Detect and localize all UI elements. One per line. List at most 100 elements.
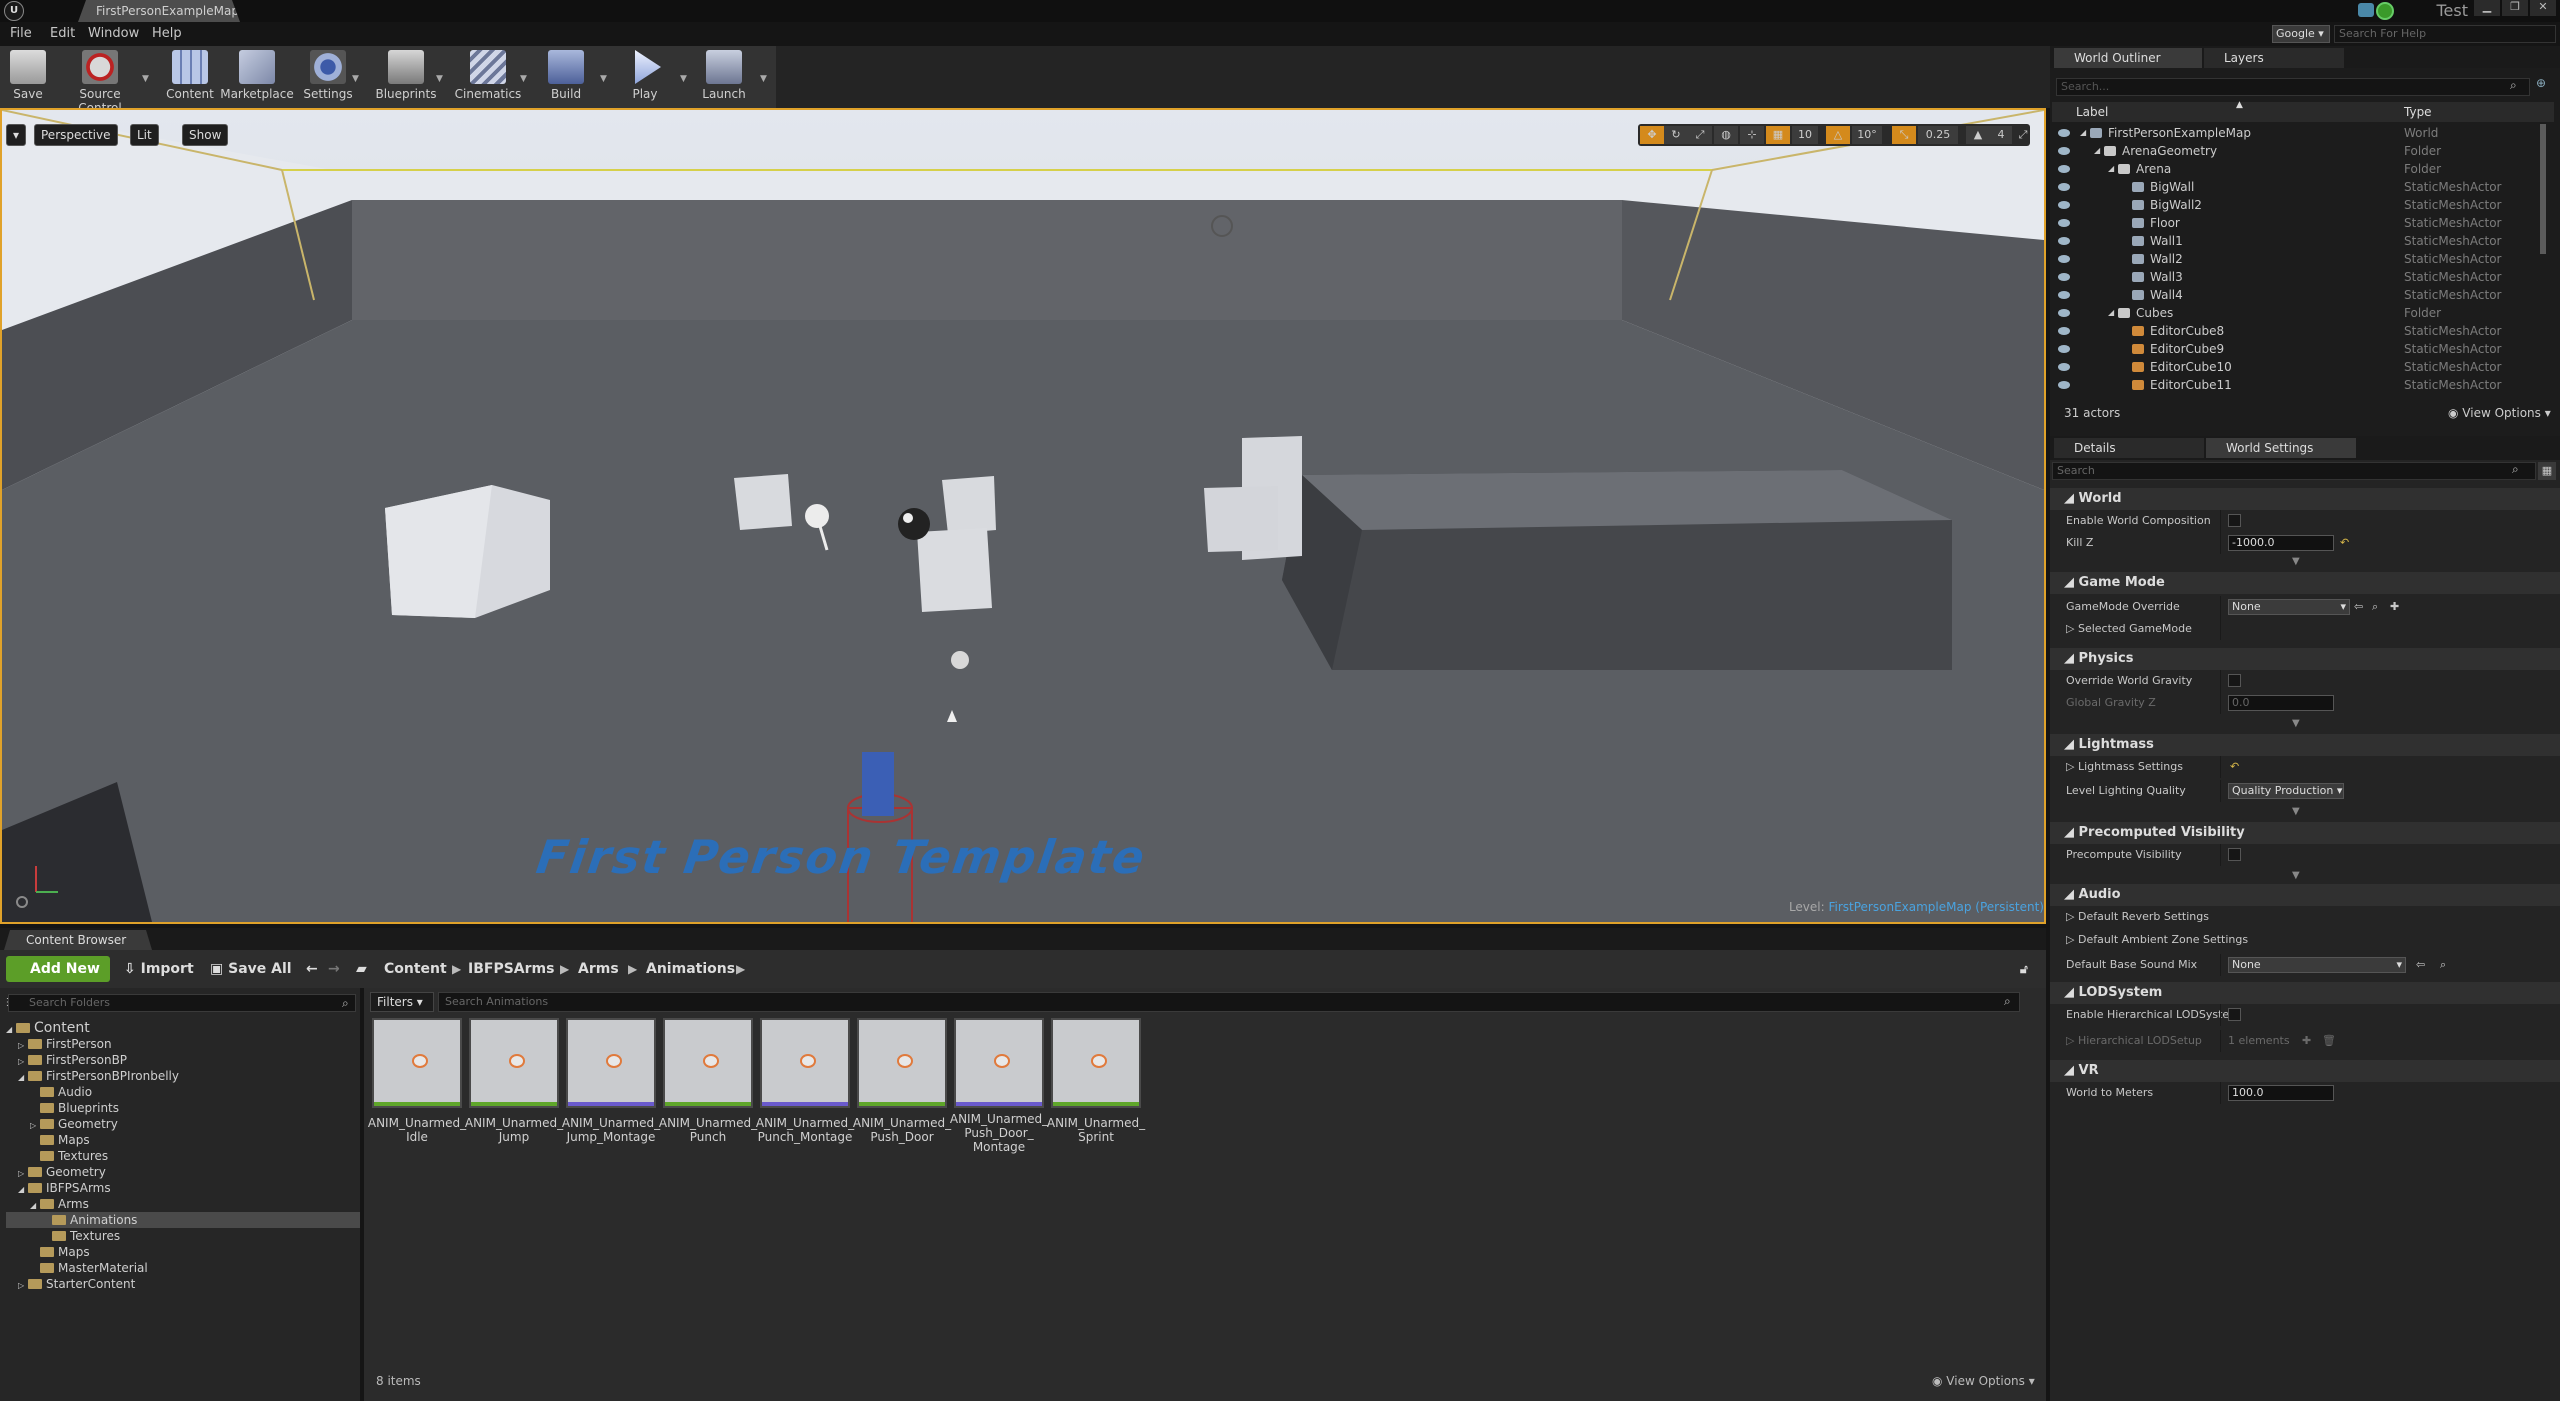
outliner-row[interactable]: EditorCube8 StaticMeshActor [2052, 322, 2546, 340]
asset-thumbnail[interactable] [1051, 1018, 1141, 1108]
folder-tree-item[interactable]: Maps [6, 1244, 360, 1260]
asset-thumbnail[interactable] [857, 1018, 947, 1108]
menu-edit[interactable]: Edit [50, 26, 75, 41]
outliner-row[interactable]: Wall2 StaticMeshActor [2052, 250, 2546, 268]
breadcrumb-animations[interactable]: Animations [646, 957, 735, 981]
outliner-row[interactable]: EditorCube10 StaticMeshActor [2052, 358, 2546, 376]
save-button[interactable]: Save [4, 48, 52, 106]
add-element-icon[interactable]: ✚ [2302, 1030, 2311, 1052]
cinematics-dropdown-icon[interactable]: ▼ [520, 74, 527, 84]
asset-thumbnail[interactable] [954, 1018, 1044, 1108]
grid-snap-icon[interactable]: ▦ [1766, 126, 1790, 144]
close-icon[interactable]: ✕ [2530, 0, 2556, 16]
surface-snap-icon[interactable]: ⊹ [1740, 126, 1764, 144]
asset-name[interactable]: ANIM_Unarmed_ Punch_Montage [755, 1116, 855, 1144]
folder-tree-item[interactable]: Textures [6, 1228, 360, 1244]
outliner-row[interactable]: Floor StaticMeshActor [2052, 214, 2546, 232]
folder-tree-item[interactable]: ◢ FirstPersonBPIronbelly [6, 1068, 360, 1084]
use-selected-arrow-icon[interactable]: ⇦ [2416, 954, 2425, 976]
tree-expander-icon[interactable]: ◢ [2080, 124, 2086, 142]
build-button[interactable]: Build [540, 48, 592, 106]
lightmass-advanced-expander-icon[interactable]: ▼ [2292, 806, 2300, 817]
reset-to-default-icon[interactable]: ↶ [2230, 756, 2239, 778]
gamemode-override-select[interactable]: None ▾ [2228, 599, 2350, 615]
outliner-row[interactable]: ◢ FirstPersonExampleMap World [2052, 124, 2546, 142]
row-hierarchical-lod-setup[interactable]: ▷ Hierarchical LODSetup 1 elements ✚ 🗑︎ [2050, 1030, 2560, 1052]
physics-advanced-expander-icon[interactable]: ▼ [2292, 718, 2300, 729]
import-button[interactable]: ⇩ Import [124, 956, 194, 982]
row-lightmass-settings[interactable]: ▷ Lightmass Settings ↶ [2050, 756, 2560, 778]
lighting-quality-select[interactable]: Quality Production ▾ [2228, 783, 2344, 799]
add-new-button[interactable]: Add New ▾ [6, 956, 110, 1003]
folder-tree-item[interactable]: ◢ Content [6, 1020, 360, 1036]
breadcrumb-arrow-icon[interactable]: ▶ [560, 957, 569, 981]
visibility-eye-icon[interactable] [2058, 345, 2070, 353]
camera-speed-value[interactable]: 4 [1990, 126, 2012, 144]
visibility-eye-icon[interactable] [2058, 309, 2070, 317]
layers-tab[interactable]: Layers [2204, 48, 2344, 68]
category-lightmass[interactable]: ◢ Lightmass [2050, 734, 2560, 756]
outliner-row[interactable]: BigWall StaticMeshActor [2052, 178, 2546, 196]
asset-name[interactable]: ANIM_Unarmed_ Punch [658, 1116, 758, 1144]
add-icon[interactable]: ✚ [2390, 596, 2399, 618]
launch-dropdown-icon[interactable]: ▼ [760, 74, 767, 84]
content-view-options-button[interactable]: ◉ View Options ▾ [1932, 1374, 2035, 1388]
category-game-mode[interactable]: ◢ Game Mode [2050, 572, 2560, 594]
folder-tree-item[interactable]: ▷ FirstPerson [6, 1036, 360, 1052]
maximize-icon[interactable]: ❐ [2502, 0, 2528, 16]
settings-button[interactable]: Settings [298, 48, 358, 106]
folder-tree-item[interactable]: ▷ Geometry [6, 1164, 360, 1180]
asset-search-input[interactable]: Search Animations [438, 992, 2020, 1012]
folder-tree-item[interactable]: Audio [6, 1084, 360, 1100]
rotation-snap-value[interactable]: 10° [1852, 126, 1882, 144]
level-tab[interactable]: FirstPersonExampleMap [78, 0, 240, 22]
asset-thumbnail[interactable] [760, 1018, 850, 1108]
visibility-eye-icon[interactable] [2058, 291, 2070, 299]
minimize-icon[interactable]: ▁ [2474, 0, 2500, 16]
breadcrumb-arrow-icon[interactable]: ▶ [736, 957, 745, 981]
tree-expander-icon[interactable]: ◢ [6, 1022, 16, 1038]
folder-tree-item[interactable]: ▷ StarterContent [6, 1276, 360, 1292]
override-gravity-checkbox[interactable] [2228, 674, 2241, 687]
trash-icon[interactable]: 🗑︎ [2322, 1030, 2336, 1052]
tree-expander-icon[interactable]: ◢ [2094, 142, 2100, 160]
perspective-button[interactable]: Perspective [34, 124, 118, 146]
tree-expander-icon[interactable]: ◢ [2108, 304, 2114, 322]
asset-name[interactable]: ANIM_Unarmed_ Sprint [1046, 1116, 1146, 1144]
visibility-eye-icon[interactable] [2058, 273, 2070, 281]
lock-icon[interactable]: 🔓︎ [2020, 956, 2028, 982]
outliner-view-options-button[interactable]: ◉ View Options ▾ [2448, 406, 2551, 420]
scale-snap-icon[interactable]: ⤡ [1892, 126, 1916, 144]
camera-speed-icon[interactable]: ▲ [1966, 126, 1990, 144]
tree-expander-icon[interactable]: ◢ [30, 1198, 40, 1214]
sound-mix-select[interactable]: None ▾ [2228, 957, 2406, 973]
visibility-eye-icon[interactable] [2058, 147, 2070, 155]
outliner-row[interactable]: EditorCube11 StaticMeshActor [2052, 376, 2546, 394]
launch-button[interactable]: Launch [696, 48, 752, 106]
outliner-row[interactable]: ◢ Arena Folder [2052, 160, 2546, 178]
outliner-row[interactable]: Wall1 StaticMeshActor [2052, 232, 2546, 250]
folder-tree-item[interactable]: Blueprints [6, 1100, 360, 1116]
folder-search-input[interactable]: Search Folders [8, 994, 356, 1012]
history-back-icon[interactable]: ← [306, 956, 318, 982]
visibility-eye-icon[interactable] [2058, 327, 2070, 335]
notification-icon[interactable] [2358, 3, 2374, 17]
reset-to-default-icon[interactable]: ↶ [2340, 532, 2349, 554]
asset-thumbnail[interactable] [566, 1018, 656, 1108]
translate-tool-icon[interactable]: ✥ [1640, 126, 1664, 144]
outliner-row[interactable]: BigWall2 StaticMeshActor [2052, 196, 2546, 214]
visibility-eye-icon[interactable] [2058, 201, 2070, 209]
viewport-options-dropdown[interactable]: ▾ [6, 124, 26, 146]
category-lodsystem[interactable]: ◢ LODSystem [2050, 982, 2560, 1004]
grid-snap-value[interactable]: 10 [1792, 126, 1818, 144]
marketplace-button[interactable]: Marketplace [220, 48, 294, 106]
folder-tree-item[interactable]: ▷ Geometry [6, 1116, 360, 1132]
kill-z-input[interactable]: -1000.0 [2228, 535, 2334, 551]
asset-thumbnail[interactable] [663, 1018, 753, 1108]
breadcrumb-arrow-icon[interactable]: ▶ [452, 957, 461, 981]
play-dropdown-icon[interactable]: ▼ [680, 74, 687, 84]
outliner-search-input[interactable]: Search... [2056, 78, 2530, 96]
source-control-button[interactable]: Source Control [56, 48, 144, 115]
menu-help[interactable]: Help [152, 26, 182, 41]
history-forward-icon[interactable]: → [328, 956, 340, 982]
